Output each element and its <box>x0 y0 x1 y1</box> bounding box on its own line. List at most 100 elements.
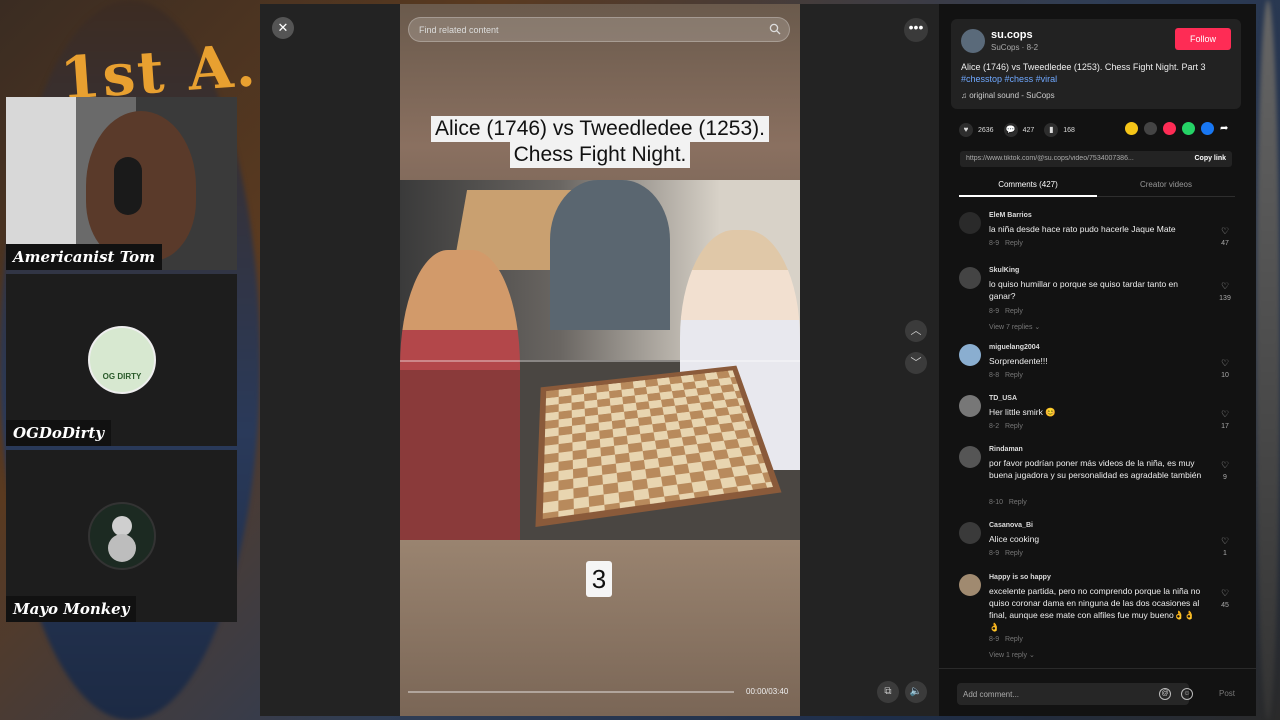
reply-button[interactable]: Reply <box>1005 636 1023 643</box>
pip-button[interactable]: ⧉ <box>877 681 899 703</box>
hashtag[interactable]: #chesstop <box>961 74 1002 84</box>
comment-meta: 8-9 Reply <box>989 636 1023 643</box>
caption-text: Alice (1746) vs Tweedledee (1253). Chess… <box>961 62 1206 72</box>
reply-button[interactable]: Reply <box>1005 550 1023 557</box>
comment-text: excelente partida, pero no comprendo por… <box>989 586 1201 632</box>
view-replies[interactable]: View 7 replies ⌄ <box>989 323 1040 331</box>
hashtag[interactable]: #viral <box>1036 74 1058 84</box>
coin-icon[interactable] <box>1125 122 1138 135</box>
post-info-card: su.cops SuCops · 8-2 Follow Alice (1746)… <box>951 19 1241 109</box>
facebook-icon[interactable] <box>1201 122 1214 135</box>
reply-button[interactable]: Reply <box>1005 240 1023 247</box>
comment-text: por favor podrían poner más videos de la… <box>989 458 1202 480</box>
comment-text: Sorprendente!!! <box>989 356 1048 366</box>
post-button[interactable]: Post <box>1219 689 1235 698</box>
comment-meta: 8-2 Reply <box>989 423 1023 430</box>
engagement-stats: ♥ 2636 💬 427 ▮ 168 <box>959 122 1085 138</box>
like-stat[interactable]: ♥ 2636 <box>959 123 994 137</box>
search-input[interactable] <box>409 18 749 41</box>
comment-user[interactable]: Casanova_Bi <box>989 522 1033 529</box>
share-arrow-icon[interactable]: ➦ <box>1220 122 1233 135</box>
webcam-tom: Americanist Tom <box>6 97 237 270</box>
hashtag[interactable]: #chess <box>1005 74 1034 84</box>
video-progress-bar[interactable] <box>408 691 734 693</box>
comment-text: lo quiso humillar o porque se quiso tard… <box>989 279 1179 301</box>
reply-button[interactable]: Reply <box>1005 308 1023 315</box>
comment-like-count: 45 <box>1221 602 1229 609</box>
author-avatar[interactable] <box>961 29 985 53</box>
previous-video-button[interactable]: ︿ <box>905 320 927 342</box>
author-name[interactable]: su.cops <box>991 29 1033 41</box>
comment-user[interactable]: miguelang2004 <box>989 344 1040 351</box>
comment-like-icon[interactable]: ♡ <box>1217 358 1233 369</box>
embed-icon[interactable] <box>1144 122 1157 135</box>
author-subtitle: SuCops · 8-2 <box>991 43 1039 52</box>
comment-user[interactable]: SkulKing <box>989 267 1019 274</box>
follow-button[interactable]: Follow <box>1175 28 1231 50</box>
video-player[interactable]: ✕ ••• Alice (1746) vs Tweedledee (1253).… <box>260 4 939 716</box>
save-stat[interactable]: ▮ 168 <box>1044 123 1075 137</box>
comment-avatar[interactable] <box>959 446 981 468</box>
comment-date: 8-9 <box>989 550 1000 557</box>
comment-date: 8-9 <box>989 240 1000 247</box>
volume-button[interactable]: 🔈 <box>905 681 927 703</box>
share-options: ➦ <box>1125 122 1239 135</box>
monkey-icon <box>108 516 136 562</box>
mention-icon[interactable]: @ <box>1159 688 1171 700</box>
chevron-down-icon: ﹀ <box>910 357 922 369</box>
view-replies[interactable]: View 1 reply ⌄ <box>989 651 1035 659</box>
sound-link[interactable]: ♫ original sound - SuCops <box>961 91 1055 100</box>
video-title-line: Chess Fight Night. <box>509 142 691 168</box>
reply-button[interactable]: Reply <box>1005 423 1023 430</box>
copy-link-button[interactable]: Copy link <box>1194 155 1226 162</box>
tab-creator-videos[interactable]: Creator videos <box>1097 180 1235 189</box>
comment-meta: 8-8 Reply <box>989 372 1023 379</box>
video-link[interactable]: https://www.tiktok.com/@su.cops/video/75… <box>966 155 1176 162</box>
emoji-icon[interactable]: ☺ <box>1181 688 1193 700</box>
comment-user[interactable]: Happy is so happy <box>989 574 1051 581</box>
cam-label: OGDoDirty <box>6 420 112 446</box>
video-frame <box>400 180 800 540</box>
search-bar[interactable] <box>408 17 790 42</box>
comment-avatar[interactable] <box>959 212 981 234</box>
comment-user[interactable]: TD_USA <box>989 395 1017 402</box>
comment-input[interactable] <box>957 683 1189 705</box>
tab-comments[interactable]: Comments (427) <box>959 180 1097 197</box>
whatsapp-icon[interactable] <box>1182 122 1195 135</box>
comment-like-count: 1 <box>1223 550 1227 557</box>
comment-avatar[interactable] <box>959 574 981 596</box>
avatar <box>88 502 156 570</box>
comment-like-count: 47 <box>1221 240 1229 247</box>
post-caption: Alice (1746) vs Tweedledee (1253). Chess… <box>961 61 1236 85</box>
comment-like-icon[interactable]: ♡ <box>1217 536 1233 547</box>
comment-like-icon[interactable]: ♡ <box>1217 226 1233 237</box>
comment-like-icon[interactable]: ♡ <box>1217 588 1233 599</box>
comment-avatar[interactable] <box>959 522 981 544</box>
next-video-button[interactable]: ﹀ <box>905 352 927 374</box>
chevron-up-icon: ︿ <box>910 325 922 337</box>
close-button[interactable]: ✕ <box>272 17 294 39</box>
comment-date: 8-8 <box>989 372 1000 379</box>
comment-stat[interactable]: 💬 427 <box>1003 123 1035 137</box>
comment-like-icon[interactable]: ♡ <box>1217 460 1233 471</box>
comment-avatar[interactable] <box>959 267 981 289</box>
comment-date: 8-9 <box>989 636 1000 643</box>
comment-user[interactable]: EleM Barrios <box>989 212 1032 219</box>
avatar: OG DIRTY <box>88 326 156 394</box>
comment-user[interactable]: Rindaman <box>989 446 1023 453</box>
heart-icon: ♥ <box>959 123 973 137</box>
comment-like-count: 9 <box>1223 474 1227 481</box>
comment-avatar[interactable] <box>959 395 981 417</box>
comment-count: 427 <box>1022 126 1035 134</box>
comment-like-icon[interactable]: ♡ <box>1217 281 1233 292</box>
search-icon[interactable] <box>769 23 781 35</box>
reply-button[interactable]: Reply <box>1009 499 1027 506</box>
reply-button[interactable]: Reply <box>1005 372 1023 379</box>
comment-like-icon[interactable]: ♡ <box>1217 409 1233 420</box>
repost-icon[interactable] <box>1163 122 1176 135</box>
comment-avatar[interactable] <box>959 344 981 366</box>
comment-tabs: Comments (427) Creator videos <box>959 180 1235 197</box>
comment-date: 8-10 <box>989 499 1004 506</box>
video-title-line: Alice (1746) vs Tweedledee (1253). <box>431 116 769 142</box>
more-options-button[interactable]: ••• <box>904 18 928 42</box>
